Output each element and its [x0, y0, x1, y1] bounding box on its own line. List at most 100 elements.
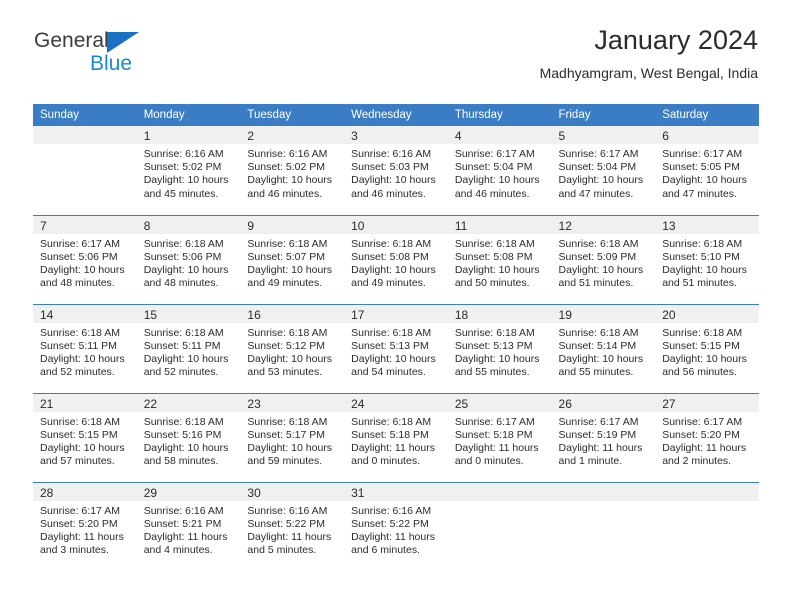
day-number [551, 482, 656, 501]
calendar-cell-day[interactable]: 21 Sunrise: 6:18 AM Sunset: 5:15 PM Dayligh… [33, 392, 137, 482]
daylight-text-line2: and 48 minutes. [40, 277, 115, 290]
daylight-text-line1: Daylight: 10 hours [454, 174, 540, 187]
day-details: Sunrise: 6:18 AM Sunset: 5:06 PM Daylight:… [137, 234, 241, 291]
calendar-cell-day[interactable]: 27 Sunrise: 6:17 AM Sunset: 5:20 PM Dayligh… [655, 392, 759, 482]
daylight-text-line2: and 46 minutes. [351, 187, 426, 200]
day-number: 12 [551, 215, 656, 234]
daylight-text-line2: and 57 minutes. [40, 455, 115, 468]
daylight-text-line2: and 46 minutes. [247, 187, 323, 200]
sunset-text: Sunset: 5:07 PM [247, 250, 326, 263]
daylight-text-line1: Daylight: 10 hours [40, 352, 125, 365]
daylight-text-line1: Daylight: 11 hours [143, 530, 228, 543]
daylight-text-line2: and 50 minutes. [454, 277, 530, 290]
generalblue-logo[interactable]: General Blue [34, 30, 234, 82]
day-details: Sunrise: 6:16 AM Sunset: 5:02 PM Daylight:… [137, 144, 241, 201]
sunrise-text: Sunrise: 6:16 AM [351, 148, 432, 160]
day-details: Sunrise: 6:16 AM Sunset: 5:21 PM Daylight:… [137, 501, 241, 558]
daylight-text-line2: and 54 minutes. [351, 366, 426, 379]
calendar-cell-day[interactable]: 26 Sunrise: 6:17 AM Sunset: 5:19 PM Dayligh… [551, 392, 656, 482]
calendar-cell-day[interactable]: 3 Sunrise: 6:16 AM Sunset: 5:03 PM Daylight… [344, 126, 448, 215]
day-details: Sunrise: 6:18 AM Sunset: 5:10 PM Daylight:… [655, 234, 759, 291]
sunrise-text: Sunrise: 6:18 AM [247, 415, 328, 428]
daylight-text-line1: Daylight: 11 hours [40, 530, 124, 543]
day-number: 22 [136, 393, 241, 412]
calendar-cell-day[interactable]: 25 Sunrise: 6:17 AM Sunset: 5:18 PM Dayligh… [447, 392, 552, 482]
daylight-text-line1: Daylight: 11 hours [662, 441, 747, 454]
daylight-text-line1: Daylight: 10 hours [662, 263, 747, 276]
day-number: 20 [655, 304, 759, 323]
sunrise-text: Sunrise: 6:17 AM [454, 148, 535, 160]
daylight-text-line1: Daylight: 10 hours [40, 263, 125, 276]
sunset-text: Sunset: 5:13 PM [351, 339, 429, 352]
day-number [33, 126, 137, 144]
calendar-cell-day[interactable]: 8 Sunrise: 6:18 AM Sunset: 5:06 PM Daylight… [136, 214, 241, 304]
day-number: 26 [551, 393, 656, 412]
calendar-cell-day[interactable]: 13 Sunrise: 6:18 AM Sunset: 5:10 PM Dayligh… [655, 214, 759, 304]
daylight-text-line2: and 46 minutes. [454, 187, 530, 200]
calendar-cell-day[interactable]: 14 Sunrise: 6:18 AM Sunset: 5:11 PM Dayligh… [33, 303, 137, 393]
calendar-cell-day[interactable]: 7 Sunrise: 6:17 AM Sunset: 5:06 PM Daylight… [33, 214, 137, 304]
daylight-text-line1: Daylight: 10 hours [40, 441, 125, 454]
sunrise-text: Sunrise: 6:17 AM [662, 148, 743, 160]
calendar-cell-empty [33, 126, 137, 215]
weekday-header-row: Sunday Monday Tuesday Wednesday Thursday Frid… [33, 104, 759, 126]
daylight-text-line1: Daylight: 10 hours [351, 263, 436, 276]
daylight-text-line1: Daylight: 10 hours [351, 352, 436, 365]
calendar-cell-day[interactable]: 2 Sunrise: 6:16 AM Sunset: 5:02 PM Daylight… [240, 126, 345, 215]
calendar-week-row: 1 Sunrise: 6:16 AM Sunset: 5:02 PM Daylight… [33, 126, 759, 215]
calendar-cell-day[interactable]: 15 Sunrise: 6:18 AM Sunset: 5:11 PM Dayligh… [136, 303, 241, 393]
calendar-cell-day[interactable]: 11 Sunrise: 6:18 AM Sunset: 5:08 PM Dayligh… [447, 214, 552, 304]
sunset-text: Sunset: 5:19 PM [558, 428, 637, 441]
daylight-text-line2: and 51 minutes. [558, 277, 634, 290]
daylight-text-line1: Daylight: 11 hours [454, 441, 539, 454]
calendar-cell-day[interactable]: 29 Sunrise: 6:16 AM Sunset: 5:21 PM Dayligh… [136, 481, 241, 571]
calendar-cell-day[interactable]: 4 Sunrise: 6:17 AM Sunset: 5:04 PM Daylight… [447, 126, 552, 215]
calendar-cell-day[interactable]: 19 Sunrise: 6:18 AM Sunset: 5:14 PM Dayligh… [551, 303, 656, 393]
sunset-text: Sunset: 5:21 PM [143, 517, 222, 530]
calendar-cell-day[interactable]: 10 Sunrise: 6:18 AM Sunset: 5:08 PM Dayligh… [344, 214, 448, 304]
daylight-text-line2: and 2 minutes. [662, 455, 732, 468]
sunset-text: Sunset: 5:17 PM [247, 428, 326, 441]
calendar-cell-day[interactable]: 30 Sunrise: 6:16 AM Sunset: 5:22 PM Dayligh… [240, 481, 345, 571]
daylight-text-line2: and 55 minutes. [454, 366, 530, 379]
daylight-text-line1: Daylight: 10 hours [351, 174, 436, 187]
calendar-cell-day[interactable]: 23 Sunrise: 6:18 AM Sunset: 5:17 PM Dayligh… [240, 392, 345, 482]
calendar-cell-day[interactable]: 1 Sunrise: 6:16 AM Sunset: 5:02 PM Daylight… [136, 126, 241, 215]
daylight-text-line1: Daylight: 10 hours [143, 174, 229, 187]
sunrise-text: Sunrise: 6:18 AM [143, 415, 224, 428]
daylight-text-line2: and 52 minutes. [40, 366, 115, 379]
daylight-text-line2: and 3 minutes. [40, 544, 109, 557]
daylight-text-line2: and 59 minutes. [247, 455, 323, 468]
sunset-text: Sunset: 5:18 PM [351, 428, 429, 441]
daylight-text-line1: Daylight: 10 hours [143, 263, 229, 276]
calendar-cell-day[interactable]: 24 Sunrise: 6:18 AM Sunset: 5:18 PM Dayligh… [344, 392, 448, 482]
sunrise-text: Sunrise: 6:17 AM [454, 415, 535, 428]
calendar-cell-day[interactable]: 9 Sunrise: 6:18 AM Sunset: 5:07 PM Daylight… [240, 214, 345, 304]
calendar-cell-day[interactable]: 22 Sunrise: 6:18 AM Sunset: 5:16 PM Dayligh… [136, 392, 241, 482]
calendar-cell-day[interactable]: 20 Sunrise: 6:18 AM Sunset: 5:15 PM Dayligh… [655, 303, 759, 393]
sunrise-text: Sunrise: 6:18 AM [662, 326, 743, 339]
daylight-text-line2: and 51 minutes. [662, 277, 737, 290]
calendar-cell-day[interactable]: 6 Sunrise: 6:17 AM Sunset: 5:05 PM Daylight… [655, 126, 759, 215]
day-details: Sunrise: 6:18 AM Sunset: 5:08 PM Daylight:… [448, 234, 552, 291]
day-number: 7 [33, 215, 137, 234]
calendar-cell-day[interactable]: 5 Sunrise: 6:17 AM Sunset: 5:04 PM Daylight… [551, 126, 656, 215]
calendar-cell-empty [655, 481, 759, 571]
calendar-cell-day[interactable]: 31 Sunrise: 6:16 AM Sunset: 5:22 PM Dayligh… [344, 481, 448, 571]
day-details: Sunrise: 6:18 AM Sunset: 5:15 PM Daylight:… [655, 323, 759, 380]
day-details: Sunrise: 6:18 AM Sunset: 5:07 PM Daylight:… [240, 234, 344, 291]
day-details: Sunrise: 6:18 AM Sunset: 5:13 PM Daylight:… [344, 323, 448, 380]
day-number [655, 482, 759, 501]
calendar-cell-day[interactable]: 17 Sunrise: 6:18 AM Sunset: 5:13 PM Dayligh… [344, 303, 448, 393]
daylight-text-line2: and 4 minutes. [143, 544, 213, 557]
sunrise-text: Sunrise: 6:18 AM [143, 237, 224, 250]
logo-text-blue: Blue [90, 52, 133, 75]
daylight-text-line2: and 5 minutes. [247, 544, 317, 557]
calendar-cell-day[interactable]: 18 Sunrise: 6:18 AM Sunset: 5:13 PM Dayligh… [447, 303, 552, 393]
day-details: Sunrise: 6:18 AM Sunset: 5:18 PM Daylight:… [344, 412, 448, 469]
calendar-cell-day[interactable]: 28 Sunrise: 6:17 AM Sunset: 5:20 PM Dayligh… [33, 481, 137, 571]
calendar-cell-day[interactable]: 12 Sunrise: 6:18 AM Sunset: 5:09 PM Dayligh… [551, 214, 656, 304]
calendar-cell-day[interactable]: 16 Sunrise: 6:18 AM Sunset: 5:12 PM Dayligh… [240, 303, 345, 393]
sunset-text: Sunset: 5:20 PM [662, 428, 740, 441]
sunset-text: Sunset: 5:18 PM [454, 428, 533, 441]
